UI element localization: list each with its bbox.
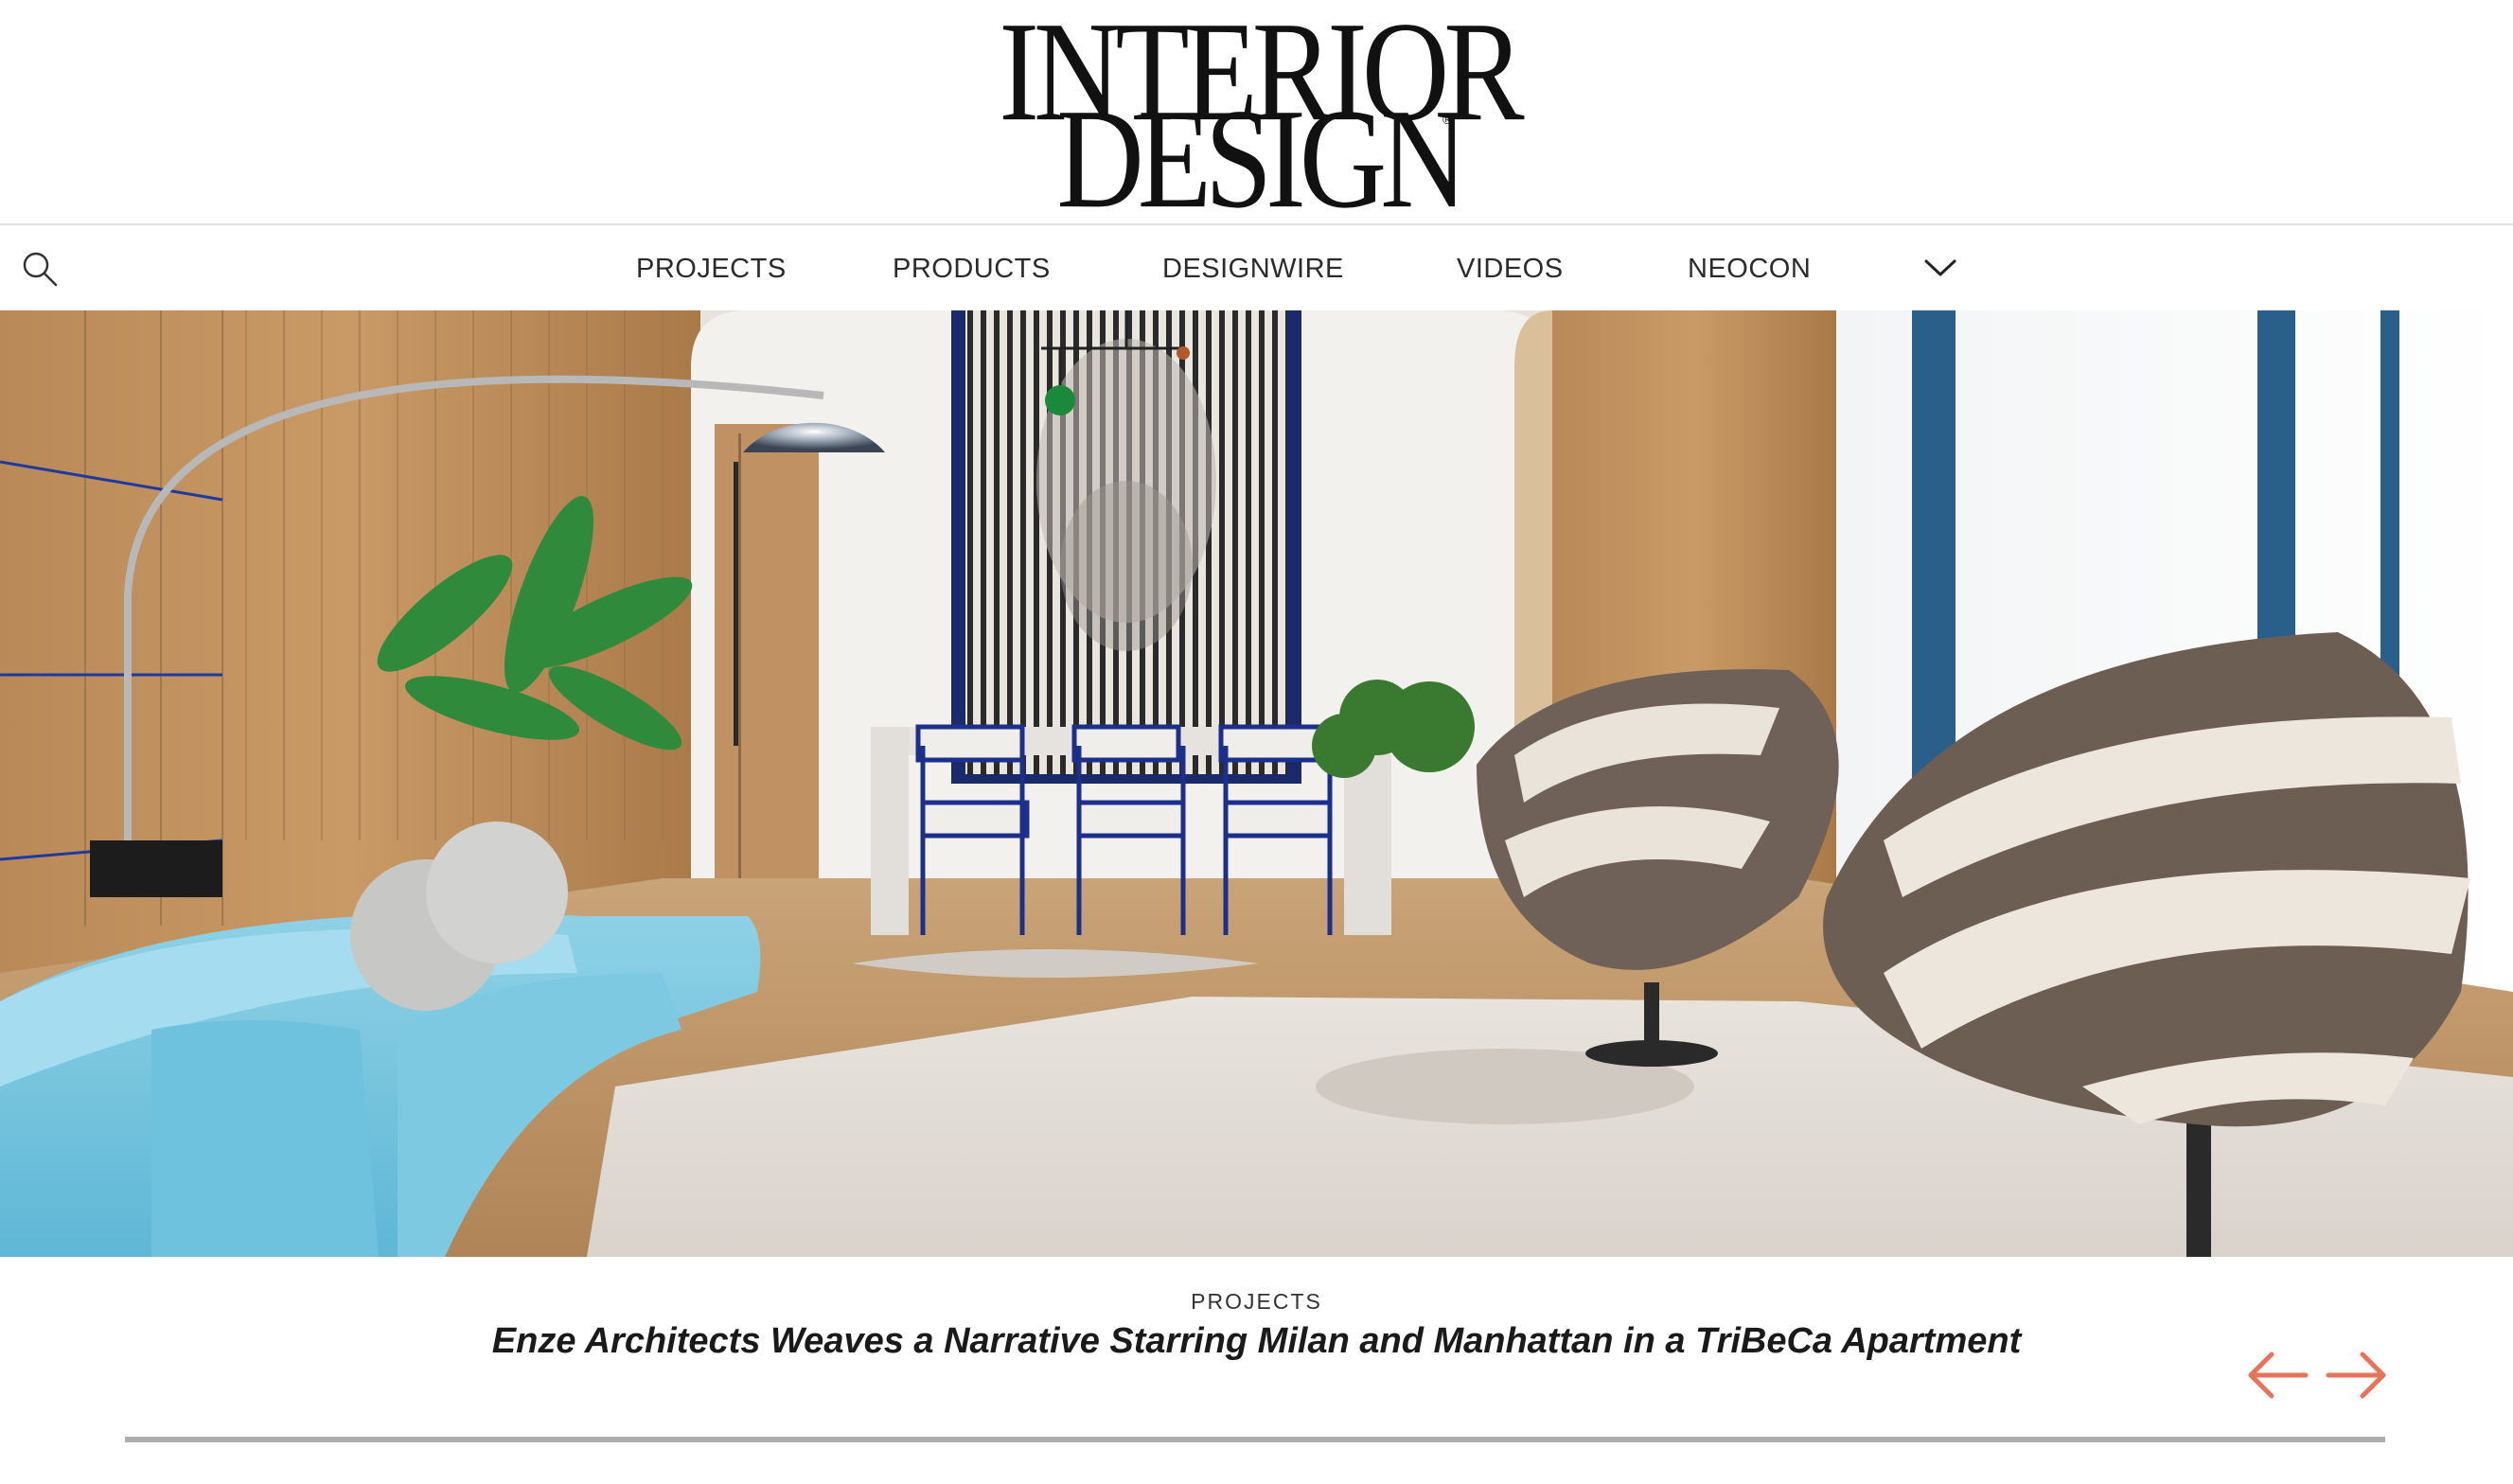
site-logo[interactable]: INTERIOR DESIGN ® bbox=[956, 0, 1562, 230]
nav-item-products[interactable]: PRODUCTS bbox=[893, 250, 1051, 288]
arrow-left-icon[interactable] bbox=[2245, 1349, 2309, 1402]
main-nav: PROJECTS PRODUCTS DESIGNWIRE VIDEOS NEOC… bbox=[0, 225, 2513, 310]
search-icon[interactable] bbox=[21, 250, 59, 288]
nav-item-designwire[interactable]: DESIGNWIRE bbox=[1162, 250, 1344, 288]
logo-line-2: DESIGN bbox=[1056, 79, 1467, 238]
arrow-right-icon[interactable] bbox=[2325, 1349, 2389, 1402]
nav-item-projects[interactable]: PROJECTS bbox=[636, 250, 787, 288]
section-divider bbox=[125, 1437, 2385, 1442]
hero-headline[interactable]: Enze Architects Weaves a Narrative Starr… bbox=[0, 1321, 2513, 1362]
nav-item-neocon[interactable]: NEOCON bbox=[1688, 250, 1811, 288]
chevron-down-icon[interactable] bbox=[1921, 254, 1959, 282]
hero-image[interactable] bbox=[0, 310, 2513, 1257]
nav-item-videos[interactable]: VIDEOS bbox=[1457, 250, 1564, 288]
hero-kicker[interactable]: PROJECTS bbox=[0, 1289, 2513, 1315]
masthead: INTERIOR DESIGN ® bbox=[0, 0, 2513, 230]
hero-illustration bbox=[0, 310, 2513, 1257]
registered-mark: ® bbox=[1442, 112, 1453, 127]
